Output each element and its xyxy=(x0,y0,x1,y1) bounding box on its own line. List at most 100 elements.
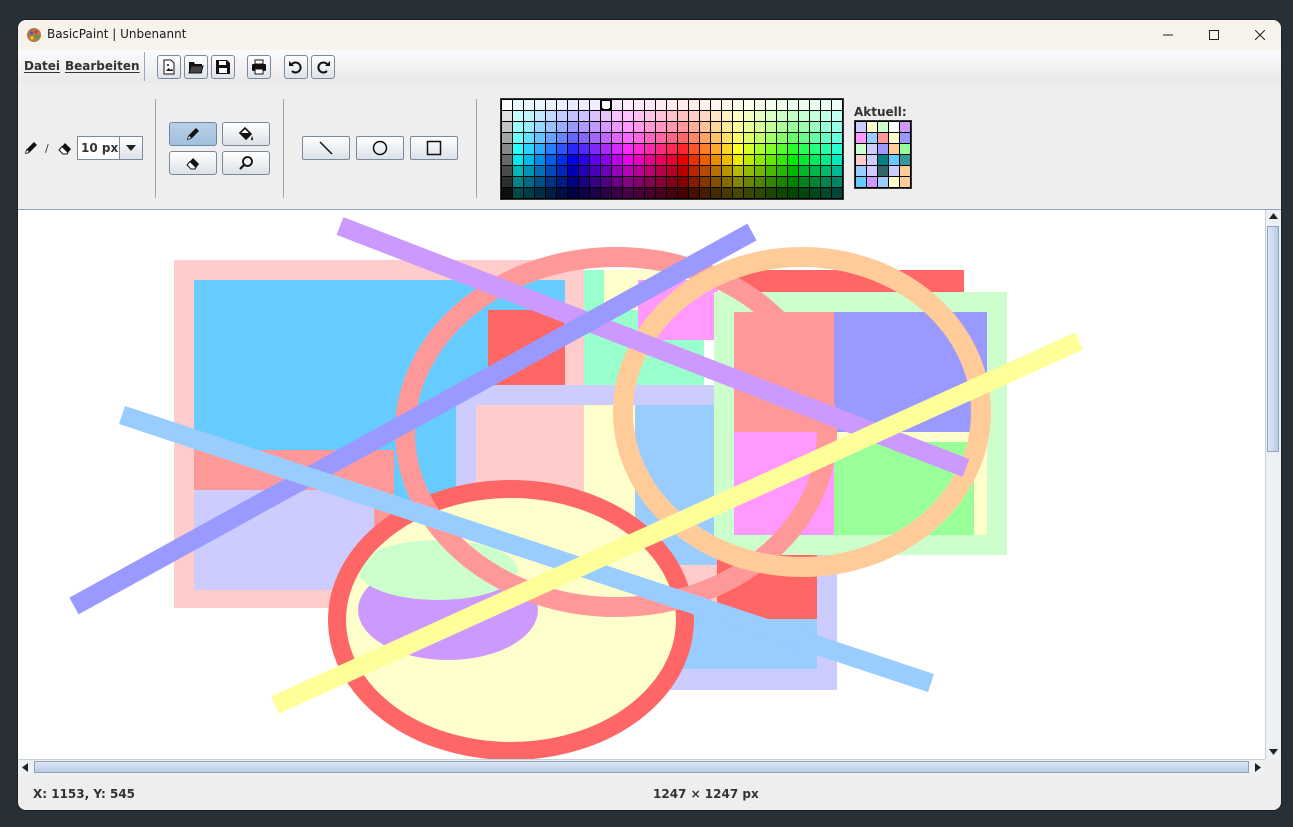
palette-swatch[interactable] xyxy=(722,111,732,121)
palette-swatch[interactable] xyxy=(601,133,611,143)
palette-swatch[interactable] xyxy=(788,133,798,143)
recent-color-swatch[interactable] xyxy=(889,133,899,143)
palette-swatch[interactable] xyxy=(546,188,556,198)
vertical-scroll-thumb[interactable] xyxy=(1267,226,1279,452)
palette-swatch[interactable] xyxy=(645,100,655,110)
palette-swatch[interactable] xyxy=(579,122,589,132)
palette-swatch[interactable] xyxy=(535,188,545,198)
palette-swatch[interactable] xyxy=(590,111,600,121)
palette-swatch[interactable] xyxy=(755,166,765,176)
palette-swatch[interactable] xyxy=(766,122,776,132)
palette-swatch[interactable] xyxy=(722,166,732,176)
recent-color-swatch[interactable] xyxy=(900,122,910,132)
palette-swatch[interactable] xyxy=(777,111,787,121)
palette-swatch[interactable] xyxy=(634,177,644,187)
palette-swatch[interactable] xyxy=(799,100,809,110)
recent-color-swatch[interactable] xyxy=(889,155,899,165)
recent-color-swatch[interactable] xyxy=(900,166,910,176)
palette-swatch[interactable] xyxy=(612,177,622,187)
palette-swatch[interactable] xyxy=(766,144,776,154)
palette-swatch[interactable] xyxy=(700,177,710,187)
palette-swatch[interactable] xyxy=(788,144,798,154)
palette-swatch[interactable] xyxy=(755,100,765,110)
palette-swatch[interactable] xyxy=(601,155,611,165)
recent-color-swatch[interactable] xyxy=(867,133,877,143)
palette-swatch[interactable] xyxy=(535,122,545,132)
palette-swatch[interactable] xyxy=(546,144,556,154)
recent-colors[interactable] xyxy=(854,120,912,189)
palette-swatch[interactable] xyxy=(667,188,677,198)
palette-swatch[interactable] xyxy=(568,155,578,165)
palette-swatch[interactable] xyxy=(612,122,622,132)
palette-swatch[interactable] xyxy=(546,100,556,110)
palette-swatch[interactable] xyxy=(700,188,710,198)
palette-swatch[interactable] xyxy=(623,122,633,132)
palette-swatch[interactable] xyxy=(634,122,644,132)
palette-swatch[interactable] xyxy=(722,122,732,132)
palette-swatch[interactable] xyxy=(788,177,798,187)
palette-swatch[interactable] xyxy=(568,166,578,176)
palette-swatch[interactable] xyxy=(755,111,765,121)
palette-swatch[interactable] xyxy=(788,100,798,110)
palette-swatch[interactable] xyxy=(832,111,842,121)
palette-swatch[interactable] xyxy=(678,177,688,187)
palette-swatch[interactable] xyxy=(590,166,600,176)
palette-swatch[interactable] xyxy=(788,155,798,165)
palette-swatch[interactable] xyxy=(634,133,644,143)
palette-swatch[interactable] xyxy=(568,177,578,187)
palette-swatch[interactable] xyxy=(546,133,556,143)
palette-swatch[interactable] xyxy=(700,133,710,143)
print-button[interactable] xyxy=(247,55,271,79)
palette-swatch[interactable] xyxy=(667,100,677,110)
palette-swatch[interactable] xyxy=(810,144,820,154)
ellipse-tool-button[interactable] xyxy=(356,136,404,160)
palette-swatch[interactable] xyxy=(656,111,666,121)
palette-swatch[interactable] xyxy=(667,122,677,132)
palette-swatch[interactable] xyxy=(579,188,589,198)
palette-swatch[interactable] xyxy=(579,177,589,187)
palette-swatch[interactable] xyxy=(744,144,754,154)
palette-swatch[interactable] xyxy=(645,155,655,165)
palette-swatch[interactable] xyxy=(678,166,688,176)
palette-swatch[interactable] xyxy=(821,133,831,143)
palette-swatch[interactable] xyxy=(777,188,787,198)
recent-color-swatch[interactable] xyxy=(856,122,866,132)
palette-swatch[interactable] xyxy=(546,166,556,176)
palette-swatch[interactable] xyxy=(535,144,545,154)
palette-swatch[interactable] xyxy=(755,155,765,165)
palette-swatch[interactable] xyxy=(799,144,809,154)
palette-swatch[interactable] xyxy=(777,166,787,176)
palette-swatch[interactable] xyxy=(645,177,655,187)
palette-swatch[interactable] xyxy=(535,155,545,165)
palette-swatch[interactable] xyxy=(810,155,820,165)
palette-swatch[interactable] xyxy=(711,100,721,110)
line-tool-button[interactable] xyxy=(302,136,350,160)
palette-swatch[interactable] xyxy=(744,155,754,165)
palette-swatch[interactable] xyxy=(568,122,578,132)
palette-swatch[interactable] xyxy=(766,111,776,121)
palette-swatch[interactable] xyxy=(810,133,820,143)
recent-color-swatch[interactable] xyxy=(878,133,888,143)
eraser-tool-button[interactable] xyxy=(169,151,217,175)
palette-swatch[interactable] xyxy=(722,144,732,154)
palette-swatch[interactable] xyxy=(601,122,611,132)
palette-swatch[interactable] xyxy=(821,100,831,110)
palette-swatch[interactable] xyxy=(832,144,842,154)
palette-swatch[interactable] xyxy=(502,122,512,132)
pencil-tool-button[interactable] xyxy=(169,122,217,146)
palette-swatch[interactable] xyxy=(590,155,600,165)
palette-swatch[interactable] xyxy=(733,155,743,165)
palette-swatch[interactable] xyxy=(711,144,721,154)
palette-swatch[interactable] xyxy=(656,122,666,132)
palette-swatch[interactable] xyxy=(766,155,776,165)
palette-swatch[interactable] xyxy=(513,122,523,132)
fill-tool-button[interactable] xyxy=(222,122,270,146)
palette-swatch[interactable] xyxy=(590,144,600,154)
palette-swatch[interactable] xyxy=(678,188,688,198)
recent-color-swatch[interactable] xyxy=(856,177,866,187)
recent-color-swatch[interactable] xyxy=(878,144,888,154)
palette-swatch[interactable] xyxy=(623,144,633,154)
palette-swatch[interactable] xyxy=(733,188,743,198)
palette-swatch[interactable] xyxy=(722,155,732,165)
palette-swatch[interactable] xyxy=(821,166,831,176)
